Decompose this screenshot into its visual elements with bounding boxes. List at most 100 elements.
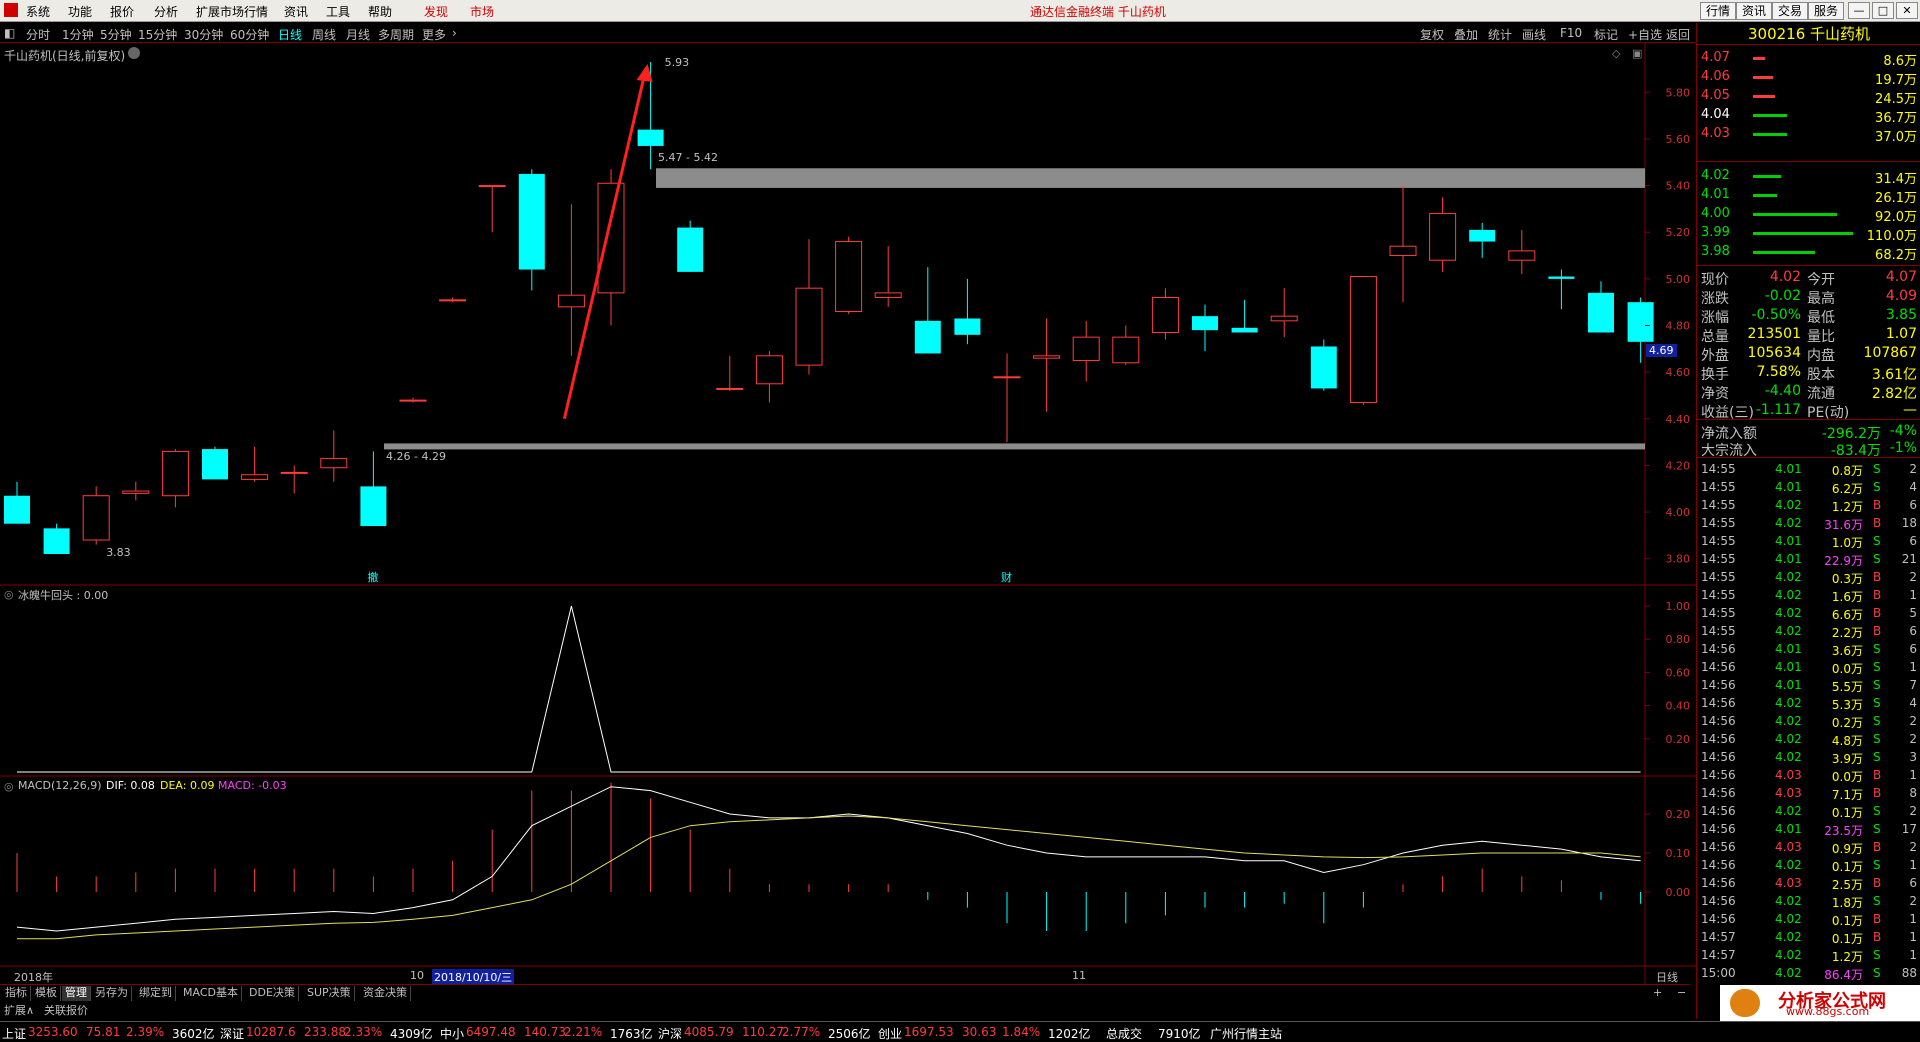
menu-quote[interactable]: 报价: [110, 3, 134, 20]
maximize-icon[interactable]: □: [1872, 2, 1894, 19]
period-more[interactable]: 更多: [422, 26, 446, 43]
trade-tick-row[interactable]: 14:56 4.02 3.9万 S 3: [1697, 749, 1920, 767]
trade-tick-row[interactable]: 14:56 4.02 0.1万 S 1: [1697, 857, 1920, 875]
trade-tick-row[interactable]: 15:00 4.02 86.4万 S 88: [1697, 965, 1920, 983]
tick-side: S: [1873, 660, 1881, 674]
trade-tick-row[interactable]: 14:56 4.02 0.2万 S 2: [1697, 713, 1920, 731]
trade-tick-row[interactable]: 14:55 4.02 1.6万 B 1: [1697, 587, 1920, 605]
expand-toggle[interactable]: 扩展∧: [4, 1002, 34, 1018]
macd-settings-icon[interactable]: ◎: [4, 780, 14, 793]
trade-tick-row[interactable]: 14:55 4.01 0.8万 S 2: [1697, 461, 1920, 479]
zoom-in-icon[interactable]: +: [1650, 986, 1665, 1001]
period-monthly[interactable]: 月线: [346, 26, 370, 43]
trade-tick-row[interactable]: 14:56 4.01 0.0万 S 1: [1697, 659, 1920, 677]
btn-mark[interactable]: 标记: [1594, 26, 1618, 43]
bid-row[interactable]: 4.00 92.0万: [1697, 205, 1920, 225]
trade-tick-row[interactable]: 14:56 4.01 5.5万 S 7: [1697, 677, 1920, 695]
btn-f10[interactable]: F10: [1560, 26, 1582, 40]
period-weekly[interactable]: 周线: [312, 26, 336, 43]
tab-quote[interactable]: 行情: [1700, 2, 1737, 20]
tab-macd-basic[interactable]: MACD基本: [180, 986, 242, 1001]
trade-tick-row[interactable]: 14:56 4.03 0.0万 B 1: [1697, 767, 1920, 785]
panel-close-icon[interactable]: ▣: [1632, 47, 1642, 60]
trade-tick-row[interactable]: 14:56 4.01 3.6万 S 6: [1697, 641, 1920, 659]
period-1min[interactable]: 1分钟: [62, 26, 94, 43]
trade-tick-row[interactable]: 14:56 4.03 0.9万 B 2: [1697, 839, 1920, 857]
bid-row[interactable]: 4.01 26.1万: [1697, 186, 1920, 206]
minimize-icon[interactable]: —: [1848, 2, 1870, 19]
btn-stats[interactable]: 统计: [1488, 26, 1512, 43]
period-60min[interactable]: 60分钟: [230, 26, 269, 43]
trade-tick-row[interactable]: 14:55 4.02 0.3万 B 2: [1697, 569, 1920, 587]
trade-tick-row[interactable]: 14:55 4.02 2.2万 B 6: [1697, 623, 1920, 641]
menu-news[interactable]: 资讯: [284, 3, 308, 20]
trade-tick-row[interactable]: 14:55 4.02 1.2万 B 6: [1697, 497, 1920, 515]
trade-tick-row[interactable]: 14:55 4.02 31.6万 B 18: [1697, 515, 1920, 533]
tab-service[interactable]: 服务: [1808, 2, 1845, 20]
btn-overlay[interactable]: 叠加: [1454, 26, 1478, 43]
event-marker[interactable]: 财: [1001, 569, 1012, 585]
tab-fund[interactable]: 资金决策: [360, 986, 411, 1001]
btn-draw[interactable]: 画线: [1522, 26, 1546, 43]
zoom-out-icon[interactable]: −: [1674, 986, 1689, 1001]
period-intraday[interactable]: 分时: [26, 26, 50, 43]
tab-save-as[interactable]: 另存为: [92, 986, 132, 1001]
settings-icon[interactable]: [128, 47, 140, 59]
tab-trade[interactable]: 交易: [1772, 2, 1809, 20]
event-marker[interactable]: 撤: [367, 569, 378, 585]
menu-tools[interactable]: 工具: [326, 3, 350, 20]
indicator-settings-icon[interactable]: ◎: [4, 588, 14, 601]
tab-dde[interactable]: DDE决策: [246, 986, 299, 1001]
tab-manage[interactable]: 管理: [62, 986, 91, 1001]
period-multi[interactable]: 多周期: [378, 26, 414, 43]
trade-tick-row[interactable]: 14:56 4.03 7.1万 B 8: [1697, 785, 1920, 803]
trade-tick-row[interactable]: 14:57 4.02 1.2万 S 1: [1697, 947, 1920, 965]
period-30min[interactable]: 30分钟: [184, 26, 223, 43]
ask-row[interactable]: 4.04 36.7万: [1697, 106, 1920, 126]
ask-row[interactable]: 4.05 24.5万: [1697, 87, 1920, 107]
ask-row[interactable]: 4.06 19.7万: [1697, 68, 1920, 88]
ask-row[interactable]: 4.03 37.0万: [1697, 125, 1920, 145]
server-name[interactable]: 广州行情主站: [1210, 1025, 1282, 1042]
menu-help[interactable]: 帮助: [368, 3, 392, 20]
trade-tick-row[interactable]: 14:56 4.01 23.5万 S 17: [1697, 821, 1920, 839]
trade-tick-row[interactable]: 14:57 4.02 0.1万 B 1: [1697, 929, 1920, 947]
tab-news[interactable]: 资讯: [1736, 2, 1773, 20]
period-5min[interactable]: 5分钟: [100, 26, 132, 43]
menu-market[interactable]: 市场: [470, 3, 494, 20]
tab-indicator[interactable]: 指标: [2, 986, 31, 1001]
tab-bind[interactable]: 绑定到: [136, 986, 176, 1001]
chevron-right-icon[interactable]: ›: [452, 26, 457, 40]
expand-icon[interactable]: ◇: [1612, 47, 1620, 60]
bid-row[interactable]: 3.98 68.2万: [1697, 243, 1920, 263]
menu-ext-market[interactable]: 扩展市场行情: [196, 3, 268, 20]
trade-tick-row[interactable]: 14:55 4.01 22.9万 S 21: [1697, 551, 1920, 569]
menu-system[interactable]: 系统: [26, 3, 50, 20]
period-15min[interactable]: 15分钟: [138, 26, 177, 43]
bid-row[interactable]: 4.02 31.4万: [1697, 167, 1920, 187]
trade-tick-row[interactable]: 14:56 4.02 0.1万 S 2: [1697, 803, 1920, 821]
tab-template[interactable]: 模板: [32, 986, 61, 1001]
trade-tick-row[interactable]: 14:55 4.01 1.0万 S 6: [1697, 533, 1920, 551]
menu-function[interactable]: 功能: [68, 3, 92, 20]
trade-tick-row[interactable]: 14:55 4.01 6.2万 S 4: [1697, 479, 1920, 497]
related-quotes[interactable]: 关联报价: [44, 1002, 88, 1018]
trade-tick-row[interactable]: 14:56 4.02 0.1万 B 1: [1697, 911, 1920, 929]
sidebar-toggle-icon[interactable]: ◧: [4, 26, 15, 40]
btn-back[interactable]: 返回: [1666, 26, 1690, 43]
menu-analysis[interactable]: 分析: [154, 3, 178, 20]
btn-adjust[interactable]: 复权: [1420, 26, 1444, 43]
trade-tick-row[interactable]: 14:55 4.02 6.6万 B 5: [1697, 605, 1920, 623]
btn-add-watchlist[interactable]: +自选: [1628, 26, 1662, 43]
bid-row[interactable]: 3.99 110.0万: [1697, 224, 1920, 244]
trade-tick-row[interactable]: 14:56 4.02 1.8万 S 2: [1697, 893, 1920, 911]
tab-sup[interactable]: SUP决策: [304, 986, 355, 1001]
ask-row[interactable]: 4.07 8.6万: [1697, 49, 1920, 69]
trade-tick-row[interactable]: 14:56 4.02 5.3万 S 4: [1697, 695, 1920, 713]
menu-discover[interactable]: 发现: [424, 3, 448, 20]
close-icon[interactable]: ✕: [1896, 2, 1918, 19]
trade-tick-row[interactable]: 14:56 4.03 2.5万 B 6: [1697, 875, 1920, 893]
chart-area[interactable]: 1.00 0.80 0.60 0.40 0.20 0.20 0.10 0.00 5.80 5.…: [0, 43, 1696, 984]
period-daily[interactable]: 日线: [278, 26, 302, 43]
trade-tick-row[interactable]: 14:56 4.02 4.8万 S 2: [1697, 731, 1920, 749]
